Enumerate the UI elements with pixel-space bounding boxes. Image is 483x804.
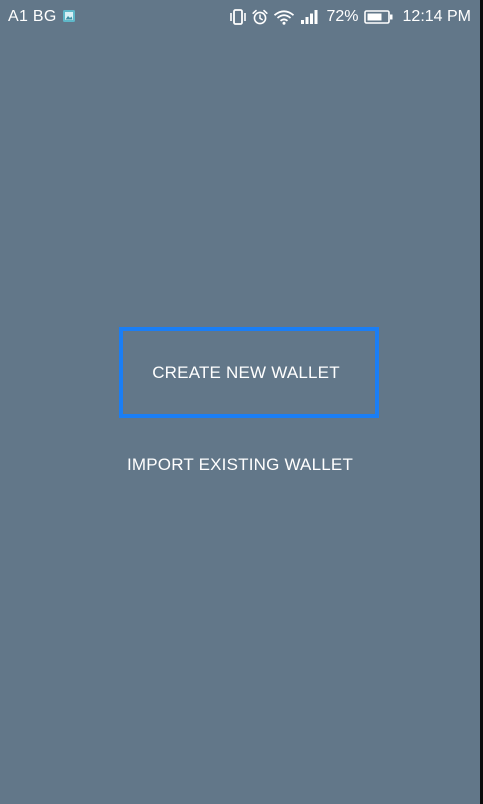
wifi-icon <box>274 10 295 25</box>
battery-percent: 72% <box>326 8 359 25</box>
import-existing-wallet-button[interactable]: IMPORT EXISTING WALLET <box>100 440 380 490</box>
alarm-icon <box>252 9 269 25</box>
gallery-icon <box>63 10 75 22</box>
import-existing-wallet-label: IMPORT EXISTING WALLET <box>126 455 354 474</box>
vibrate-icon <box>230 9 247 25</box>
status-bar: A1 BG 72% 12:14 PM <box>0 0 480 34</box>
signal-icon <box>301 10 318 24</box>
create-new-wallet-label: CREATE NEW WALLET <box>152 362 340 382</box>
carrier-name: A1 BG <box>8 8 57 25</box>
clock: 12:14 PM <box>402 8 471 25</box>
create-new-wallet-button[interactable]: CREATE NEW WALLET <box>119 327 379 418</box>
app-screen: A1 BG 72% 12:14 PM CREATE NEW WALLET IMP… <box>0 0 480 804</box>
status-icons: 72% 12:14 PM <box>229 7 471 27</box>
battery-icon <box>363 10 393 24</box>
